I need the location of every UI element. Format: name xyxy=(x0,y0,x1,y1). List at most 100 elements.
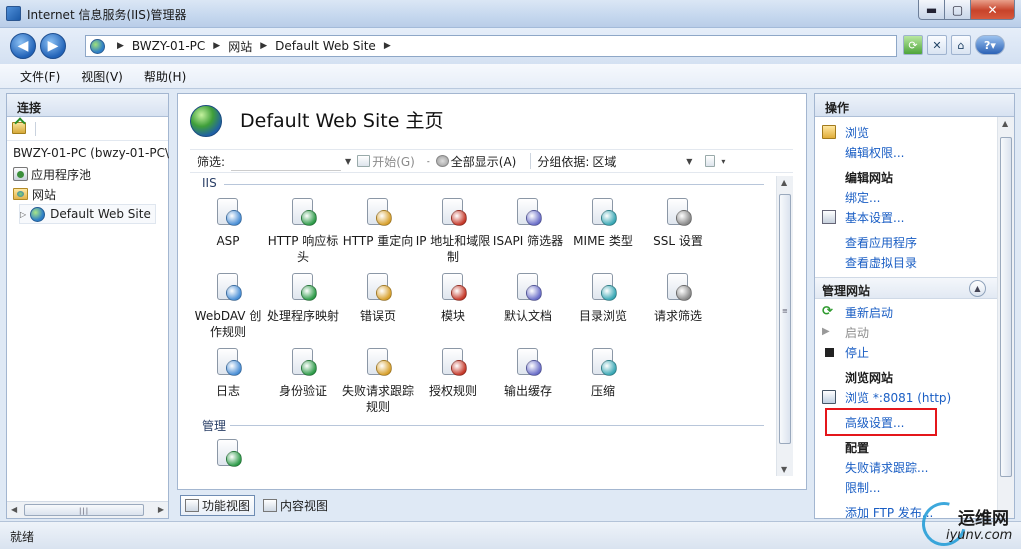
action-limits[interactable]: 限制... xyxy=(845,477,880,497)
tab-content-view[interactable]: 内容视图 xyxy=(259,496,332,515)
collapse-icon[interactable]: ▲ xyxy=(969,280,986,297)
tree-item-server[interactable]: BWZY-01-PC (bwzy-01-PC\ xyxy=(13,143,169,163)
close-button[interactable]: ✕ xyxy=(971,0,1015,20)
page-title: Default Web Site 主页 xyxy=(240,110,444,132)
feature-item[interactable]: 请求筛选 xyxy=(640,271,716,324)
configuration-editor-icon xyxy=(212,437,244,469)
feature-label: ASP xyxy=(216,234,240,248)
filter-input[interactable] xyxy=(231,151,342,171)
dropdown-arrow-icon[interactable]: - xyxy=(427,157,430,166)
feature-item[interactable]: 默认文档 xyxy=(490,271,566,324)
features-pane: Default Web Site 主页 筛选: ▼ 开始(G) - 全部显示(A… xyxy=(177,93,807,490)
settings-icon xyxy=(822,210,836,224)
group-header: 管理 xyxy=(202,419,227,433)
scroll-up-icon[interactable]: ▲ xyxy=(781,178,787,187)
feature-item[interactable]: ISAPI 筛选器 xyxy=(490,196,566,249)
feature-item[interactable]: 输出缓存 xyxy=(490,346,566,399)
action-restart[interactable]: ⟳ 重新启动 xyxy=(815,302,893,322)
action-basic-settings[interactable]: 基本设置... xyxy=(815,207,904,227)
action-failed-request-tracing[interactable]: 失败请求跟踪... xyxy=(845,457,928,477)
vertical-scrollbar[interactable]: ▲ ≡ ▼ xyxy=(776,176,793,476)
feature-item[interactable] xyxy=(190,437,266,474)
action-start[interactable]: ▶ 启动 xyxy=(815,322,869,342)
error-pages-icon xyxy=(362,271,394,303)
scroll-thumb[interactable] xyxy=(1000,137,1012,477)
toolbar-divider xyxy=(35,122,36,136)
feature-label: HTTP 重定向 xyxy=(342,234,414,248)
feature-item[interactable]: 压缩 xyxy=(565,346,641,399)
menu-view[interactable]: 视图(V) xyxy=(81,68,123,85)
feature-item[interactable]: 授权规则 xyxy=(415,346,491,399)
feature-item[interactable]: 错误页 xyxy=(340,271,416,324)
scroll-thumb[interactable]: ||| xyxy=(24,504,144,516)
watermark-cn: 运维网 xyxy=(958,509,1009,529)
tree-item-label: 网站 xyxy=(32,187,57,202)
status-text: 就绪 xyxy=(10,530,35,544)
back-button[interactable]: ◀ xyxy=(10,33,36,59)
action-bindings[interactable]: 绑定... xyxy=(845,187,880,207)
group-by-select[interactable]: 区域 ▼ xyxy=(589,152,699,171)
scroll-up-icon[interactable]: ▲ xyxy=(1002,119,1008,128)
expand-caret-icon[interactable]: ▷ xyxy=(20,210,26,219)
action-explore[interactable]: 浏览 xyxy=(815,122,869,142)
feature-item[interactable]: HTTP 响应标头 xyxy=(265,196,341,265)
feature-item[interactable]: HTTP 重定向 xyxy=(340,196,416,249)
filter-divider xyxy=(530,153,532,169)
globe-icon xyxy=(30,206,46,222)
feature-item[interactable]: 处理程序映射 xyxy=(265,271,341,324)
http-redirect-icon xyxy=(362,196,394,228)
connect-icon[interactable] xyxy=(12,122,26,134)
tree-item-sites[interactable]: 网站 xyxy=(13,184,56,204)
feature-item[interactable]: IP 地址和域限制 xyxy=(415,196,491,265)
breadcrumb-sites[interactable]: 网站 xyxy=(228,38,252,55)
stop-icon xyxy=(822,345,836,359)
view-mode-button[interactable]: ▾ xyxy=(705,153,729,169)
feature-item[interactable]: SSL 设置 xyxy=(640,196,716,249)
tree-item-label: BWZY-01-PC (bwzy-01-PC\ xyxy=(13,146,170,160)
play-icon: ▶ xyxy=(822,326,830,337)
vertical-scrollbar[interactable]: ▲ xyxy=(997,117,1014,518)
site-globe-icon xyxy=(190,105,222,137)
feature-item[interactable]: MIME 类型 xyxy=(565,196,641,249)
feature-item[interactable]: WebDAV 创作规则 xyxy=(190,271,266,340)
scroll-left-icon[interactable]: ◀ xyxy=(11,505,17,514)
feature-item[interactable]: 身份验证 xyxy=(265,346,341,399)
horizontal-scrollbar[interactable]: ◀ ||| ▶ xyxy=(7,501,168,518)
forward-button[interactable]: ▶ xyxy=(40,33,66,59)
refresh-icon[interactable]: ⟳ xyxy=(903,35,923,55)
action-view-virtual-dirs[interactable]: 查看虚拟目录 xyxy=(845,252,917,272)
menu-file[interactable]: 文件(F) xyxy=(20,68,60,85)
feature-label: IP 地址和域限制 xyxy=(415,234,491,264)
maximize-button[interactable]: ▢ xyxy=(945,0,971,20)
address-bar[interactable]: ▶ BWZY-01-PC ▶ 网站 ▶ Default Web Site ▶ xyxy=(85,35,897,57)
home-icon[interactable]: ⌂ xyxy=(951,35,971,55)
feature-item[interactable]: 模块 xyxy=(415,271,491,324)
authorization-rules-icon xyxy=(437,346,469,378)
menu-help[interactable]: 帮助(H) xyxy=(144,68,186,85)
browse-icon xyxy=(822,390,836,404)
action-view-applications[interactable]: 查看应用程序 xyxy=(845,232,917,252)
breadcrumb-site[interactable]: Default Web Site xyxy=(275,39,376,53)
feature-item[interactable]: 日志 xyxy=(190,346,266,399)
go-button[interactable]: 开始(G) xyxy=(357,153,415,170)
scroll-thumb[interactable]: ≡ xyxy=(779,194,791,444)
feature-item[interactable]: 失败请求跟踪规则 xyxy=(340,346,416,415)
tree-item-app-pools[interactable]: 应用程序池 xyxy=(13,164,91,184)
tab-features-view[interactable]: 功能视图 xyxy=(180,494,256,516)
stop-icon[interactable]: ✕ xyxy=(927,35,947,55)
feature-item[interactable]: ASP xyxy=(190,196,266,249)
breadcrumb-server[interactable]: BWZY-01-PC xyxy=(132,39,205,53)
action-stop[interactable]: 停止 xyxy=(815,342,869,362)
scroll-down-icon[interactable]: ▼ xyxy=(781,465,787,474)
modules-icon xyxy=(437,271,469,303)
tree-item-default-web-site[interactable]: ▷ Default Web Site xyxy=(19,204,156,224)
action-edit-permissions[interactable]: 编辑权限... xyxy=(845,142,904,162)
show-all-button[interactable]: 全部显示(A) xyxy=(435,153,516,170)
feature-item[interactable]: 目录浏览 xyxy=(565,271,641,324)
minimize-button[interactable]: ▬ xyxy=(918,0,945,20)
dropdown-arrow-icon[interactable]: ▼ xyxy=(345,157,351,166)
help-icon[interactable]: ?▾ xyxy=(975,35,1005,55)
action-browse-8081[interactable]: 浏览 *:8081 (http) xyxy=(815,387,951,407)
scroll-right-icon[interactable]: ▶ xyxy=(158,505,164,514)
feature-label: SSL 设置 xyxy=(653,234,703,248)
